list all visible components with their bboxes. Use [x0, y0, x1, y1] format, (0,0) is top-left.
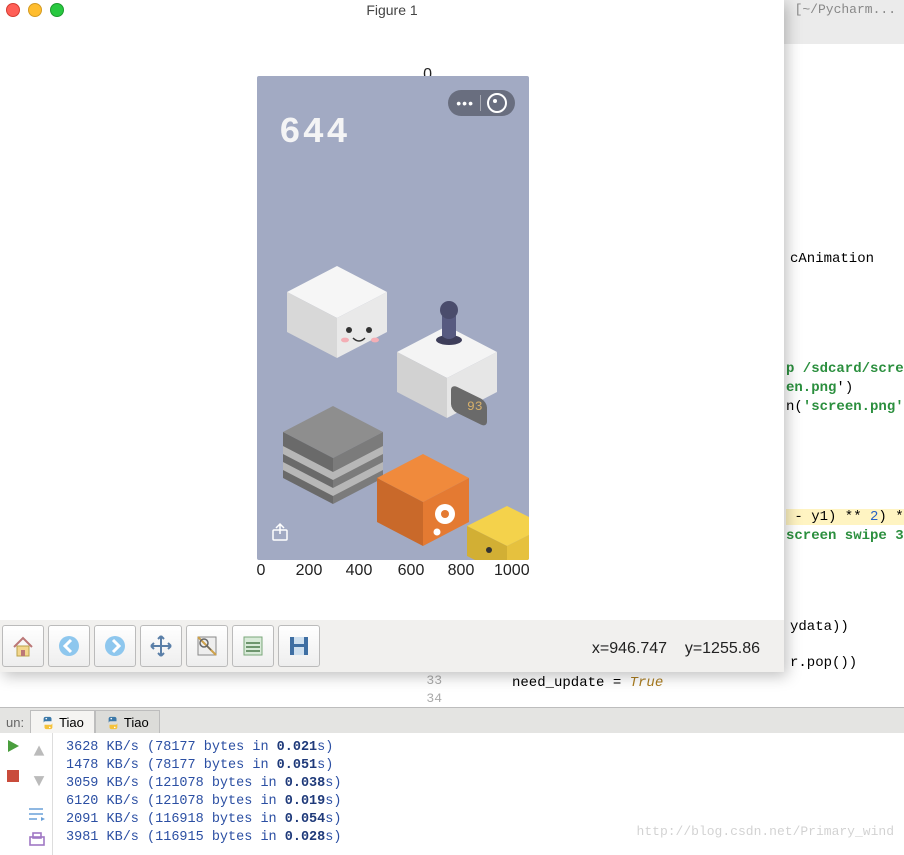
pan-button[interactable] [140, 625, 182, 667]
code-fragment: need_update = True [512, 674, 663, 692]
matplotlib-figure-window: Figure 1 0 500 1000 1500 0 200 400 600 8… [0, 0, 784, 672]
run-tab-tiao-2[interactable]: Tiao [95, 710, 160, 734]
code-fragment: r.pop()) [790, 654, 857, 672]
run-tab-tiao-1[interactable]: Tiao [30, 710, 95, 734]
zoom-button[interactable] [50, 3, 64, 17]
run-tab-label: Tiao [59, 715, 84, 730]
zoom-button[interactable] [186, 625, 228, 667]
figure-title: Figure 1 [0, 2, 784, 18]
run-tab-label: Tiao [124, 715, 149, 730]
code-fragment: ydata)) [790, 618, 849, 636]
stop-icon[interactable] [4, 767, 22, 785]
run-tool-tabs: un: Tiao Tiao [0, 707, 904, 734]
save-button[interactable] [278, 625, 320, 667]
close-button[interactable] [6, 3, 20, 17]
plot-axes: ••• 644 [195, 68, 540, 574]
wrap-icon[interactable] [26, 803, 48, 825]
python-icon [106, 716, 120, 730]
ide-path-hint: [~/Pycharm... [787, 0, 904, 19]
code-fragment: p /sdcard/scre [786, 360, 904, 378]
line-number: 34 [414, 690, 442, 708]
cursor-x: x=946.747 [592, 640, 667, 657]
console-toolbar: ▲ ▼ [0, 733, 53, 855]
minimize-button[interactable] [28, 3, 42, 17]
configure-button[interactable] [232, 625, 274, 667]
run-label: un: [0, 711, 30, 734]
home-button[interactable] [2, 625, 44, 667]
code-fragment: - y1) ** 2) * [786, 508, 904, 526]
watermark: http://blog.csdn.net/Primary_wind [637, 824, 894, 839]
line-number: 33 [414, 672, 442, 690]
plot-canvas[interactable]: 0 500 1000 1500 0 200 400 600 800 1000 •… [0, 20, 784, 620]
up-arrow-icon[interactable]: ▲ [28, 741, 50, 763]
cursor-y: y=1255.86 [685, 640, 760, 657]
code-fragment: en.png') [786, 379, 853, 397]
clock-face: 93 [467, 399, 483, 414]
down-arrow-icon[interactable]: ▼ [28, 771, 50, 793]
back-button[interactable] [48, 625, 90, 667]
mpl-toolbar: x=946.747 y=1255.86 [0, 620, 784, 672]
code-fragment: cAnimation [790, 250, 874, 268]
code-fragment: screen swipe 3 [786, 527, 904, 545]
game-pawn [436, 301, 462, 345]
python-icon [41, 716, 55, 730]
cursor-coordinates: x=946.747 y=1255.86 [592, 640, 760, 658]
code-fragment: n('screen.png' [786, 398, 904, 416]
game-screenshot: ••• 644 [257, 76, 529, 560]
run-icon[interactable] [4, 737, 22, 755]
window-controls [6, 3, 64, 17]
forward-button[interactable] [94, 625, 136, 667]
print-icon[interactable] [26, 829, 48, 851]
console-output: 3628 KB/s (78177 bytes in 0.021s) 1478 K… [66, 739, 341, 847]
share-icon [273, 524, 287, 540]
game-scene: 93 [257, 76, 529, 560]
